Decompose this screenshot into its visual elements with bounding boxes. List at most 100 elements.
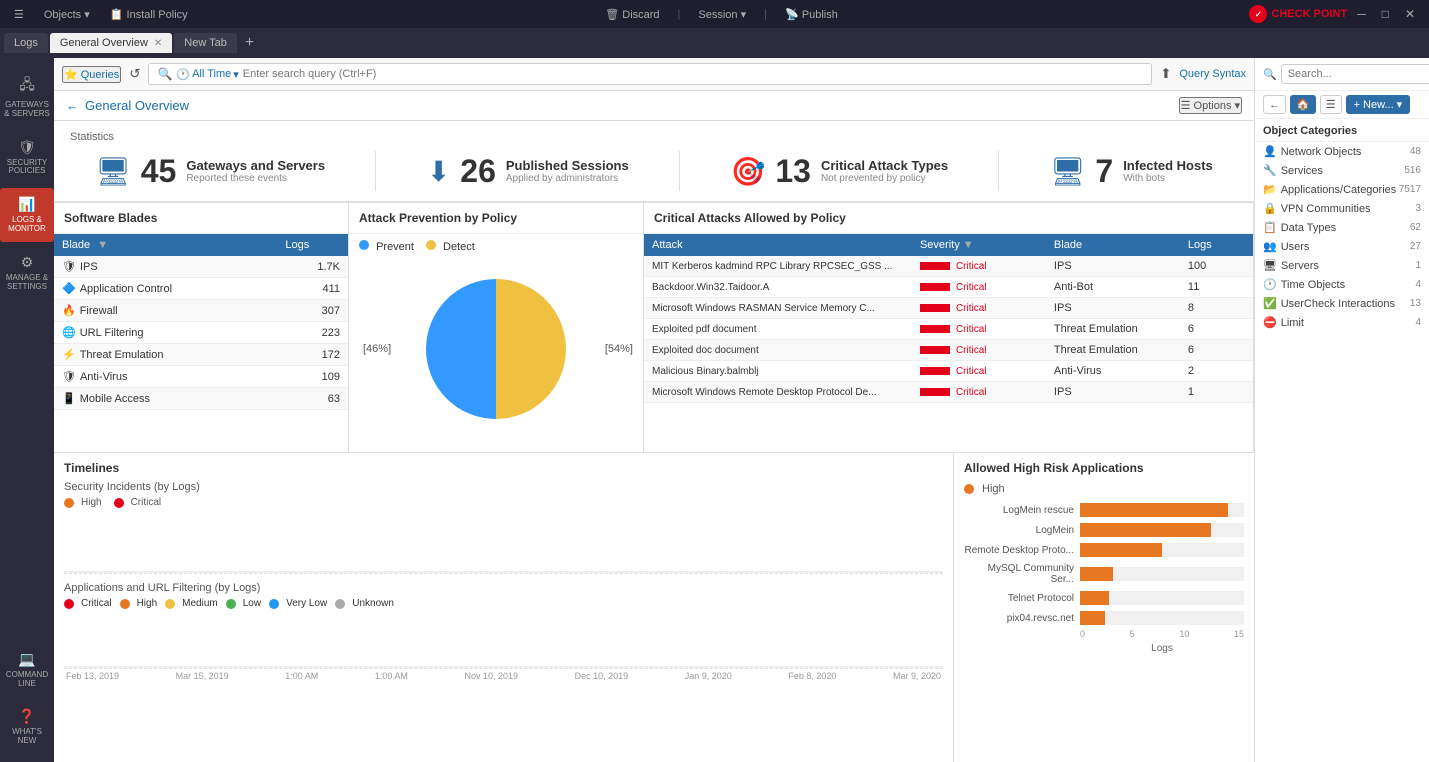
- sidebar-item-logs[interactable]: 📊 LOGS & MONITOR: [0, 188, 54, 242]
- right-panel: 🔍 ← 🏠 ☰ + New... ▾ Object Categories 👤 N…: [1254, 58, 1429, 762]
- bar-row: Telnet Protocol: [964, 591, 1244, 605]
- stat-attacks: 🎯 13 Critical Attack Types Not prevented…: [730, 151, 948, 191]
- search-bar: ⭐ Queries ↺ 🔍 🕐 All Time ▾ ⬆ Query Synta…: [54, 58, 1254, 91]
- apps-verylow-legend: Very Low: [269, 598, 327, 609]
- publish-btn[interactable]: 📡 Publish: [779, 6, 844, 23]
- attack-severity: Critical: [912, 382, 1046, 403]
- tab-logs[interactable]: Logs: [4, 33, 48, 53]
- blade-row[interactable]: 🌐URL Filtering223: [54, 322, 348, 344]
- sidebar-item-security[interactable]: 🛡 SECURITY POLICIES: [0, 131, 54, 185]
- tab-general-overview[interactable]: General Overview ✕: [50, 33, 172, 53]
- critical-attack-row[interactable]: Exploited pdf document Critical Threat E…: [644, 319, 1253, 340]
- home-btn[interactable]: 🏠: [1290, 95, 1316, 114]
- tab-close-icon[interactable]: ✕: [154, 38, 162, 49]
- whatsnew-icon: ❓: [18, 708, 35, 725]
- minimize-btn[interactable]: ─: [1351, 5, 1372, 23]
- sidebar-item-gateways[interactable]: 🖧 GATEWAYS & SERVERS: [0, 66, 54, 127]
- right-panel-item[interactable]: 🕐 Time Objects 4: [1255, 275, 1429, 294]
- back-btn[interactable]: ←: [1263, 95, 1286, 114]
- attack-name: Exploited pdf document: [644, 319, 912, 340]
- sidebar-item-manage[interactable]: ⚙ MANAGE & SETTINGS: [0, 246, 54, 300]
- attack-col-header[interactable]: Attack: [644, 234, 912, 256]
- high-dot: [64, 498, 74, 508]
- blade-name: 🌐URL Filtering: [54, 322, 277, 344]
- bottom-row: Timelines Security Incidents (by Logs) H…: [54, 452, 1254, 762]
- right-panel-item[interactable]: 🖥 Servers 1: [1255, 256, 1429, 275]
- high-risk-legend: High: [964, 483, 1244, 495]
- close-btn[interactable]: ✕: [1399, 5, 1421, 23]
- right-panel-item[interactable]: 👤 Network Objects 48: [1255, 142, 1429, 161]
- blade-row[interactable]: ⚡Threat Emulation172: [54, 344, 348, 366]
- incidents-chart-area: [64, 514, 943, 574]
- new-object-btn[interactable]: + New... ▾: [1346, 95, 1411, 114]
- blade-row[interactable]: 🔷Application Control411: [54, 278, 348, 300]
- bar-chart: LogMein rescue LogMein Remote Desktop Pr…: [964, 503, 1244, 625]
- attack-blade: IPS: [1046, 382, 1180, 403]
- blade-col-header[interactable]: Blade ▼: [54, 234, 277, 256]
- critical-attack-row[interactable]: MIT Kerberos kadmind RPC Library RPCSEC_…: [644, 256, 1253, 277]
- time-axis-label: Nov 10, 2019: [464, 671, 518, 681]
- attack-severity: Critical: [912, 340, 1046, 361]
- gateways-count: 45: [141, 153, 177, 190]
- critical-attack-row[interactable]: Microsoft Windows RASMAN Service Memory …: [644, 298, 1253, 319]
- right-panel-item[interactable]: 🔒 VPN Communities 3: [1255, 199, 1429, 218]
- top-bar-right: ✓ CHECK POINT ─ □ ✕: [1249, 5, 1421, 23]
- tab-new-tab[interactable]: New Tab: [174, 33, 237, 53]
- search-input[interactable]: [243, 68, 1143, 80]
- right-item-count: 48: [1410, 146, 1421, 157]
- blade-row[interactable]: 📱Mobile Access63: [54, 388, 348, 410]
- menu-btn[interactable]: ☰: [8, 6, 30, 23]
- blade-name: ⚡Threat Emulation: [54, 344, 277, 366]
- bar-track: [1080, 591, 1244, 605]
- blade-row[interactable]: 🛡IPS1.7K: [54, 256, 348, 278]
- install-policy-btn[interactable]: 📋 Install Policy: [104, 6, 194, 23]
- add-tab-btn[interactable]: +: [239, 34, 260, 52]
- right-panel-item[interactable]: ✅ UserCheck Interactions 13: [1255, 294, 1429, 313]
- blade-logs: 1.7K: [277, 256, 348, 278]
- critical-attack-row[interactable]: Microsoft Windows Remote Desktop Protoco…: [644, 382, 1253, 403]
- sidebar-item-whatsnew[interactable]: ❓ WHAT'S NEW: [0, 700, 54, 754]
- pie-chart-container: [46%] [54%]: [349, 259, 643, 439]
- right-item-icon: 🔒: [1263, 202, 1277, 215]
- query-syntax-link[interactable]: Query Syntax: [1179, 68, 1246, 80]
- blade-row[interactable]: 🛡Anti-Virus109: [54, 366, 348, 388]
- critical-attack-row[interactable]: Backdoor.Win32.Taidoor.A Critical Anti-B…: [644, 277, 1253, 298]
- infected-subtitle: With bots: [1123, 173, 1213, 184]
- export-btn[interactable]: ⬆: [1160, 66, 1171, 82]
- apps-legend: Critical High Medium Low: [64, 598, 943, 609]
- queries-btn[interactable]: ⭐ Queries: [62, 66, 121, 83]
- axis-label: 5: [1130, 629, 1135, 639]
- right-item-label: Data Types: [1281, 222, 1336, 234]
- right-panel-item[interactable]: ⛔ Limit 4: [1255, 313, 1429, 332]
- logs-col-header2[interactable]: Logs: [1180, 234, 1253, 256]
- back-nav[interactable]: ← General Overview: [66, 98, 189, 113]
- severity-col-header[interactable]: Severity ▼: [912, 234, 1046, 256]
- maximize-btn[interactable]: □: [1376, 5, 1395, 23]
- right-panel-item[interactable]: 📋 Data Types 62: [1255, 218, 1429, 237]
- logs-col-header[interactable]: Logs: [277, 234, 348, 256]
- content-area: ⭐ Queries ↺ 🔍 🕐 All Time ▾ ⬆ Query Synta…: [54, 58, 1254, 762]
- critical-attack-row[interactable]: Malicious Binary.balmblj Critical Anti-V…: [644, 361, 1253, 382]
- refresh-btn[interactable]: ↺: [129, 66, 140, 82]
- right-item-left: 🔧 Services: [1263, 164, 1323, 177]
- right-panel-item[interactable]: 👥 Users 27: [1255, 237, 1429, 256]
- critical-attack-row[interactable]: Exploited doc document Critical Threat E…: [644, 340, 1253, 361]
- right-search-input[interactable]: [1281, 64, 1429, 84]
- right-panel-item[interactable]: 🔧 Services 516: [1255, 161, 1429, 180]
- high-label: High: [81, 497, 102, 508]
- blade-row[interactable]: 🔥Firewall307: [54, 300, 348, 322]
- list-btn[interactable]: ☰: [1320, 95, 1342, 114]
- attack-blade: Threat Emulation: [1046, 340, 1180, 361]
- right-item-count: 4: [1415, 279, 1421, 290]
- options-btn[interactable]: ☰ Options ▾: [1179, 97, 1242, 114]
- sidebar-item-cli[interactable]: 💻 COMMAND LINE: [0, 643, 54, 697]
- objects-menu[interactable]: Objects ▾: [38, 6, 96, 23]
- tabs-bar: Logs General Overview ✕ New Tab +: [0, 28, 1429, 58]
- right-panel-item[interactable]: 📂 Applications/Categories 7517: [1255, 180, 1429, 199]
- time-filter-btn[interactable]: 🕐 All Time ▾: [176, 68, 238, 81]
- right-item-label: Time Objects: [1281, 279, 1345, 291]
- session-btn[interactable]: Session ▾: [692, 6, 752, 23]
- discard-btn[interactable]: 🗑 Discard: [599, 6, 665, 23]
- blade-logs: 223: [277, 322, 348, 344]
- blade-col-header2[interactable]: Blade: [1046, 234, 1180, 256]
